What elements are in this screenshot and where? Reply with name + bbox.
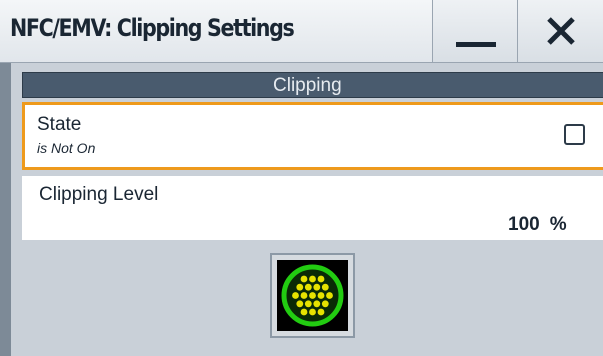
clipping-settings-dialog: NFC/EMV: Clipping Settings Clipping Stat… [0, 0, 603, 356]
settings-panel: Clipping State is Not On Clipping Level … [22, 72, 603, 356]
window-frame-left [0, 63, 11, 356]
close-button[interactable] [517, 0, 603, 62]
clipping-level-row[interactable]: Clipping Level 100% [22, 176, 603, 240]
clipping-level-label: Clipping Level [39, 184, 159, 205]
clipping-globe-icon [281, 264, 344, 327]
state-status: is Not On [37, 140, 96, 156]
clipping-level-unit: % [549, 214, 567, 235]
state-row[interactable]: State is Not On [22, 102, 603, 170]
close-icon [547, 17, 575, 45]
minimize-icon [455, 41, 496, 47]
window-title: NFC/EMV: Clipping Settings [10, 14, 295, 42]
clipping-graphics-button[interactable] [270, 253, 355, 338]
title-bar: NFC/EMV: Clipping Settings [0, 0, 603, 63]
minimize-button[interactable] [432, 0, 518, 62]
clipping-level-value: 100 [508, 214, 540, 235]
section-title: Clipping [273, 75, 342, 96]
clipping-level-field[interactable]: 100% [508, 214, 567, 236]
state-label: State [37, 114, 82, 135]
section-header-clipping: Clipping [22, 72, 603, 98]
icon-background [277, 260, 348, 331]
state-checkbox[interactable] [564, 124, 585, 145]
